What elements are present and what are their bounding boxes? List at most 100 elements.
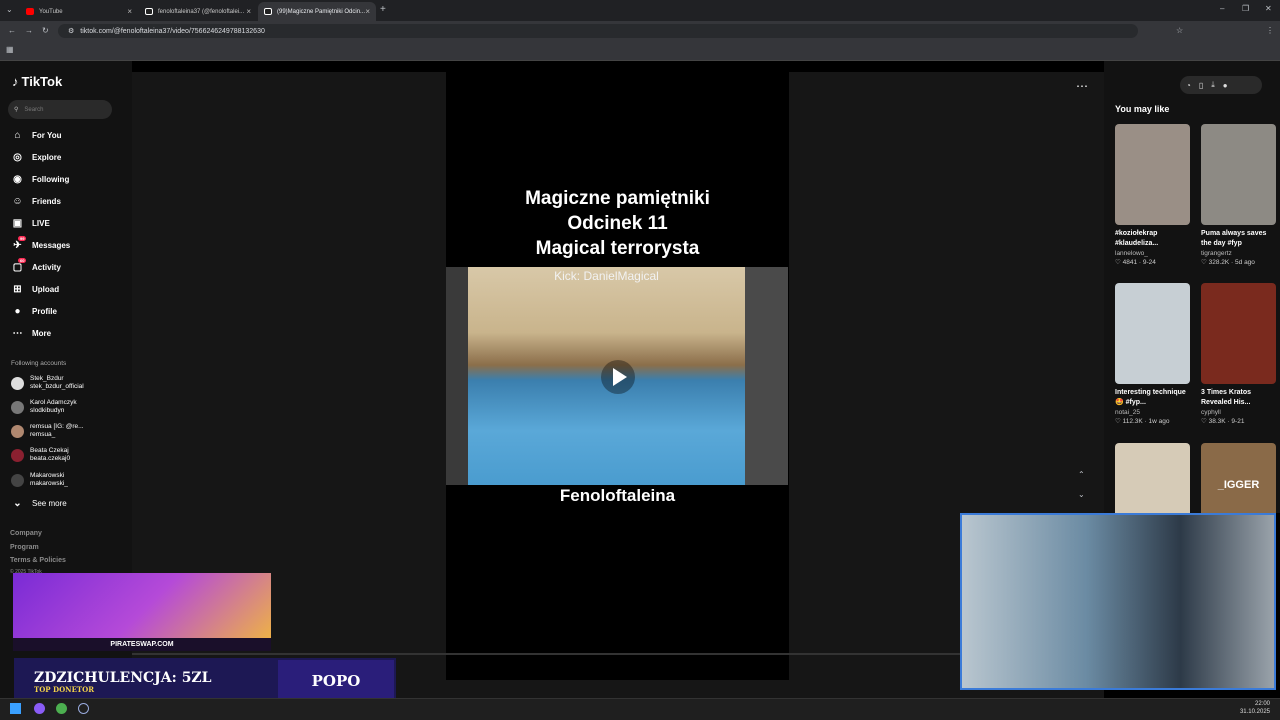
video-title: Magiczne pamiętniki Odcinek 11 Magical t…	[446, 186, 789, 261]
nav-label: LIVE	[32, 218, 50, 228]
bookmark-star-icon[interactable]: ☆	[1176, 27, 1183, 35]
card-caption: Puma always saves the day #fyp	[1201, 230, 1267, 247]
card-caption: Interesting technique 🤩 #fyp...	[1115, 389, 1186, 406]
messages-icon: ✈ 99	[13, 235, 27, 251]
live-icon: ▣	[12, 217, 23, 229]
profile-icon: ●	[14, 305, 21, 317]
account-name: Karol Adamczyk	[30, 399, 77, 406]
tiktok-favicon-icon	[145, 8, 153, 15]
windows-taskbar	[0, 698, 1280, 720]
avatar	[11, 400, 24, 414]
see-more-button[interactable]: ⌄ See more	[11, 495, 66, 511]
nav-live[interactable]: ▣ LIVE	[11, 215, 50, 231]
tiktok-note-icon: ♪	[12, 74, 19, 89]
account-item[interactable]: Karol Adamczyk slodkibudyn	[11, 399, 77, 415]
close-window-icon[interactable]: ✕	[1265, 5, 1272, 13]
tab-magiczne[interactable]: (99)Magiczne Pamiętniki Odcin... ×	[258, 2, 376, 21]
previous-video-icon[interactable]: ⌃	[1078, 471, 1085, 479]
account-handle: makarowski_	[30, 480, 68, 487]
recommend-card[interactable]: Interesting technique 🤩 #fyp... notai_25…	[1115, 283, 1190, 425]
chrome-icon[interactable]	[56, 703, 67, 714]
donation-right-text: POPO	[278, 660, 394, 703]
nav-profile[interactable]: ● Profile	[11, 303, 56, 319]
recommend-card-thumbnail[interactable]	[1115, 443, 1190, 513]
card-likes: 38.3K	[1208, 418, 1226, 425]
card-thumbnail	[1201, 283, 1276, 384]
card-author: cyphyll	[1201, 409, 1221, 416]
nav-more[interactable]: ⋯ More	[11, 325, 52, 341]
upload-icon: ⊞	[13, 283, 22, 295]
card-date: 5d ago	[1235, 259, 1255, 266]
nav-label: Explore	[32, 152, 62, 162]
activity-badge: 60	[18, 257, 27, 263]
friends-icon: ☺	[12, 195, 23, 207]
video-tools: ◔ ▯ ⤓ ●	[1180, 76, 1262, 94]
card-caption: #koziołekrap #klaudeliza...	[1115, 230, 1159, 247]
taskbar-clock[interactable]: 22:00 31.10.2025	[1240, 700, 1270, 716]
recommend-card[interactable]: Puma always saves the day #fyp tigranger…	[1201, 124, 1276, 266]
video-overlay-text: Kick: DanielMagical	[554, 269, 659, 283]
footer-terms[interactable]: Terms & Policies	[10, 557, 66, 564]
nav-activity[interactable]: ▢ 60 Activity	[11, 257, 61, 275]
tab-youtube[interactable]: YouTube ×	[20, 2, 138, 21]
phone-icon[interactable]: ▯	[1199, 81, 1203, 90]
footer-company[interactable]: Company	[10, 530, 42, 537]
card-thumbnail	[1201, 124, 1276, 225]
nav-upload[interactable]: ⊞ Upload	[11, 281, 59, 297]
site-info-icon[interactable]: ⚙	[68, 27, 74, 35]
account-item[interactable]: Stek_Bzdur stek_bzdur_official	[11, 375, 84, 391]
video-progress-bar[interactable]	[132, 653, 962, 655]
nav-explore[interactable]: ◎ Explore	[11, 149, 61, 165]
start-menu-icon[interactable]	[10, 703, 21, 714]
close-tab-icon[interactable]: ×	[365, 7, 370, 16]
tiktok-logo[interactable]: ♪ TikTok	[12, 74, 62, 89]
nav-label: For You	[32, 130, 62, 140]
app-icon[interactable]	[34, 703, 45, 714]
account-handle: beata.czekaj0	[30, 455, 71, 462]
bookmarks-row	[0, 41, 1280, 61]
nav-messages[interactable]: ✈ 99 Messages	[11, 235, 71, 253]
video-frame-edge	[446, 267, 468, 485]
clock-date: 31.10.2025	[1239, 709, 1270, 715]
home-icon: ⌂	[14, 129, 21, 141]
recommend-card[interactable]: #koziołekrap #klaudeliza... lannelowo_ ♡…	[1115, 124, 1190, 266]
account-item[interactable]: remsua [IG: @re... remsua_	[11, 423, 84, 439]
card-thumbnail	[1115, 124, 1190, 225]
app-icon[interactable]	[78, 703, 89, 714]
new-tab-button[interactable]: +	[380, 5, 386, 15]
heart-icon: ♡	[1201, 418, 1207, 425]
recommend-card[interactable]: 3 Times Kratos Revealed His... cyphyll ♡…	[1201, 283, 1276, 425]
recommend-card-thumbnail[interactable]: _IGGER	[1201, 443, 1276, 513]
browser-menu-icon[interactable]: ⋮	[1266, 27, 1274, 35]
close-tab-icon[interactable]: ×	[246, 7, 251, 16]
heart-icon: ♡	[1115, 259, 1121, 266]
back-icon[interactable]: ←	[8, 27, 16, 35]
reload-icon[interactable]: ↻	[42, 27, 49, 35]
account-item[interactable]: Makarowski makarowski_	[11, 472, 68, 488]
avatar[interactable]: ●	[1223, 81, 1228, 90]
minimize-icon[interactable]: –	[1220, 5, 1224, 13]
nav-following[interactable]: ◉ Following	[11, 171, 69, 187]
play-button[interactable]	[601, 360, 635, 394]
apps-grid-icon[interactable]: ▦	[6, 46, 14, 54]
nav-friends[interactable]: ☺ Friends	[11, 193, 61, 209]
tab-search-icon[interactable]: ⌄	[6, 6, 13, 14]
forward-icon[interactable]: →	[25, 27, 33, 35]
next-video-icon[interactable]: ⌄	[1078, 491, 1085, 499]
download-icon[interactable]: ⤓	[1211, 80, 1215, 90]
address-bar[interactable]: ⚙ tiktok.com/@fenoloftaleina37/video/756…	[58, 24, 1138, 38]
speed-icon[interactable]: ◔	[1186, 81, 1191, 90]
more-options-icon[interactable]: ⋯	[1076, 80, 1088, 92]
url-text: tiktok.com/@fenoloftaleina37/video/75662…	[80, 27, 265, 35]
avatar	[11, 376, 24, 390]
nav-label: Messages	[32, 240, 71, 250]
nav-label: Activity	[32, 262, 61, 272]
close-tab-icon[interactable]: ×	[127, 7, 132, 16]
footer-program[interactable]: Program	[10, 544, 39, 551]
tab-fenoloftaleina[interactable]: fenoloftaleina37 (@fenoloftalei... ×	[139, 2, 257, 21]
maximize-icon[interactable]: ❐	[1242, 5, 1249, 13]
search-input[interactable]: ⚲ Search	[8, 100, 112, 119]
nav-for-you[interactable]: ⌂ For You	[11, 127, 61, 143]
avatar	[11, 473, 24, 487]
account-item[interactable]: Beata Czekaj beata.czekaj0	[11, 447, 70, 463]
